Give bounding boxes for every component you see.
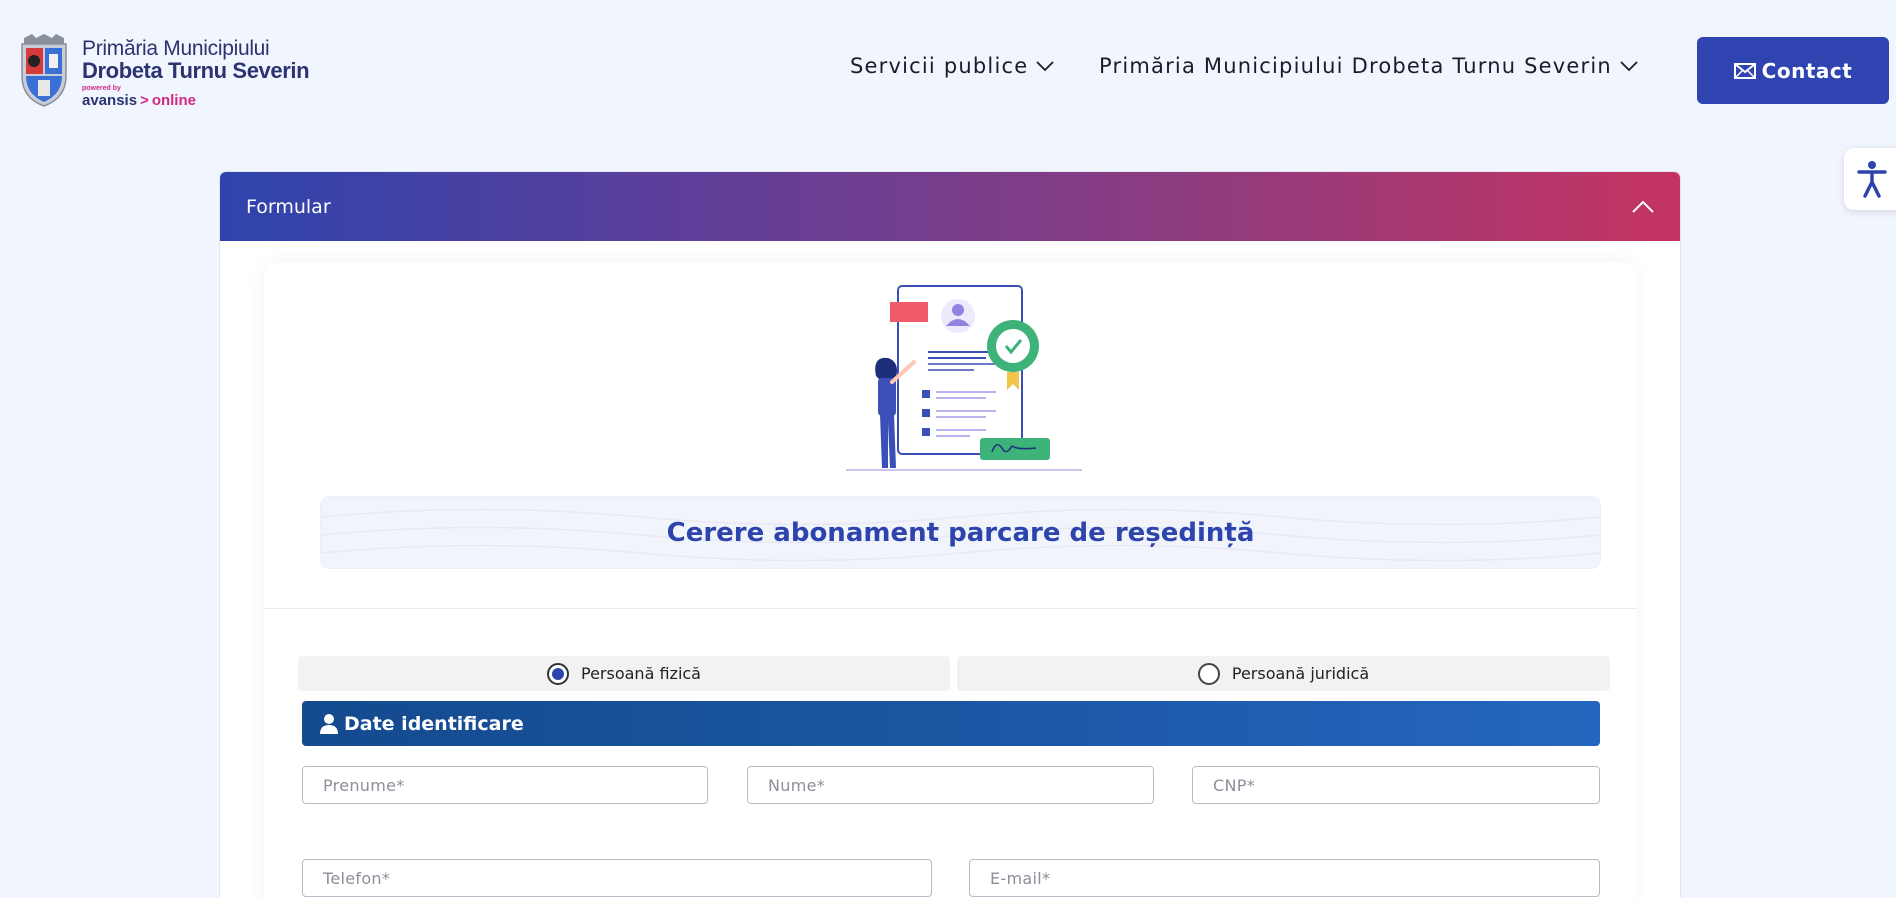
radio-label: Persoană fizică: [581, 664, 701, 683]
chevron-down-icon: [1620, 61, 1638, 72]
site-header: Primăria Municipiului Drobeta Turnu Seve…: [0, 0, 1896, 140]
telefon-field[interactable]: [302, 859, 932, 897]
radio-persoana-fizica[interactable]: Persoană fizică: [298, 656, 950, 691]
cnp-field[interactable]: [1192, 766, 1600, 804]
divider: [264, 608, 1636, 609]
section-date-identificare: Date identificare: [302, 701, 1600, 746]
chevron-down-icon: [1036, 61, 1054, 72]
title-banner: Cerere abonament parcare de reședință: [320, 496, 1601, 569]
nav-primaria[interactable]: Primăria Municipiului Drobeta Turnu Seve…: [1099, 54, 1638, 78]
nume-field[interactable]: [747, 766, 1154, 804]
chevron-up-icon[interactable]: [1632, 200, 1654, 214]
envelope-icon: [1733, 62, 1756, 79]
brand-arrow: >: [140, 92, 149, 109]
radio-empty-icon[interactable]: [1197, 662, 1220, 685]
logo-line2: Drobeta Turnu Severin: [82, 58, 310, 83]
accessibility-button[interactable]: [1844, 148, 1896, 210]
contact-button[interactable]: Contact: [1697, 37, 1889, 104]
form-header-title: Formular: [246, 195, 331, 218]
brand-name: avansis: [82, 92, 138, 109]
logo-line1: Primăria Municipiului: [82, 37, 270, 60]
contact-label: Contact: [1761, 58, 1853, 83]
page-title: Cerere abonament parcare de reședință: [666, 517, 1255, 548]
document-illustration: [846, 285, 1082, 471]
nav-label: Primăria Municipiului Drobeta Turnu Seve…: [1099, 54, 1612, 78]
radio-persoana-juridica[interactable]: Persoană juridică: [957, 656, 1610, 691]
nav-servicii-publice[interactable]: Servicii publice: [850, 54, 1054, 78]
crest-logo-icon: [21, 34, 67, 107]
section-title: Date identificare: [344, 712, 524, 735]
radio-selected-icon[interactable]: [547, 662, 569, 685]
nav-label: Servicii publice: [850, 54, 1029, 78]
radio-label: Persoană juridică: [1231, 664, 1370, 683]
user-icon: [320, 713, 338, 734]
accessibility-icon: [1857, 161, 1887, 198]
prenume-field[interactable]: [302, 766, 708, 804]
site-logo[interactable]: Primăria Municipiului Drobeta Turnu Seve…: [18, 32, 310, 109]
form-header[interactable]: Formular: [220, 172, 1680, 241]
email-field[interactable]: [969, 859, 1600, 897]
brand-suffix: online: [151, 92, 196, 109]
